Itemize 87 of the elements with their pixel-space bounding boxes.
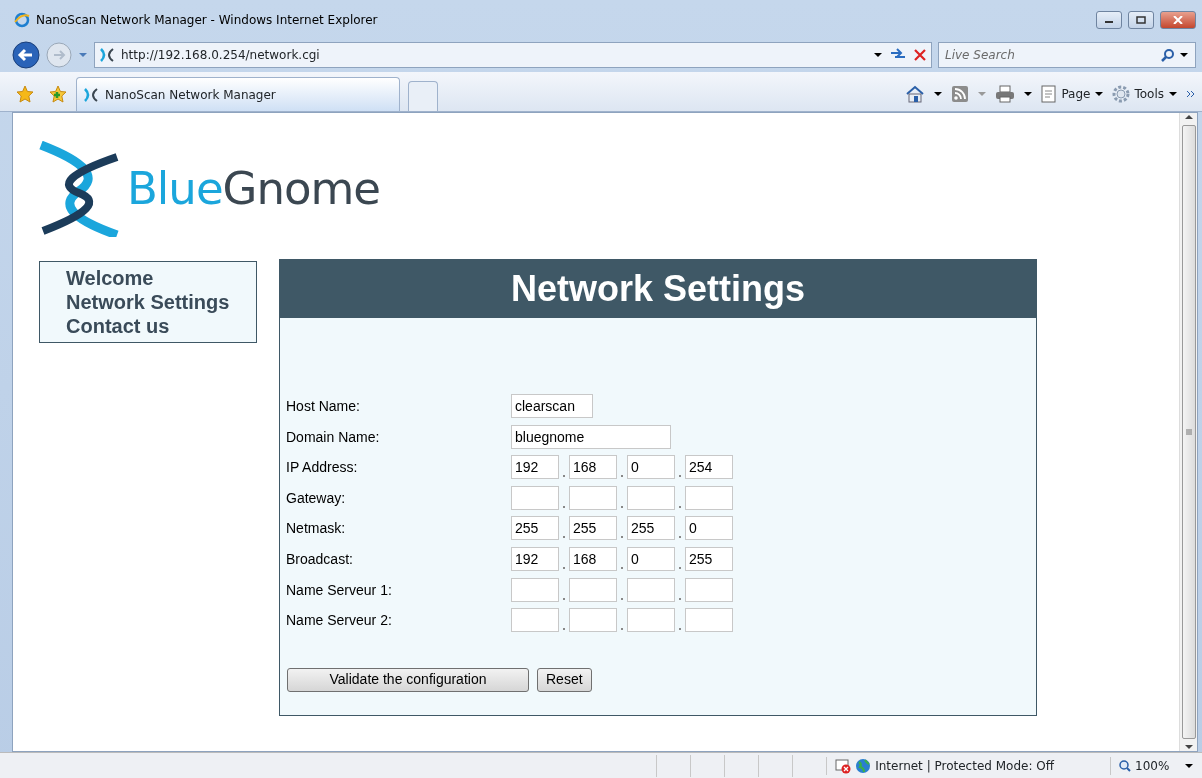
zoom-button[interactable]: 100% [1110, 756, 1202, 775]
star-icon[interactable] [16, 85, 34, 103]
feed-icon[interactable] [951, 85, 970, 103]
close-icon [1173, 16, 1183, 24]
octet-field[interactable] [569, 608, 617, 633]
url-text: http://192.168.0.254/network.cgi [121, 47, 321, 64]
nav-link[interactable]: Network Settings [66, 290, 256, 314]
minimize-button[interactable] [1096, 11, 1122, 29]
reset-button[interactable]: Reset [537, 667, 592, 692]
logo-text: BlueGnome [127, 161, 381, 218]
octet-field[interactable] [685, 577, 733, 602]
field-label: Netmask: [286, 519, 347, 539]
dropdown-arrow-icon [1168, 91, 1178, 97]
octet-field[interactable]: 168 [569, 455, 617, 480]
octet-field[interactable] [627, 485, 675, 510]
gear-icon [1112, 85, 1131, 103]
search-placeholder: Live Search [945, 47, 1016, 64]
nav-link[interactable]: Contact us [66, 314, 256, 338]
octet-field[interactable]: 254 [685, 455, 733, 480]
chevron-icon[interactable] [1186, 90, 1196, 98]
forward-button[interactable] [46, 42, 72, 68]
octet-field[interactable]: 255 [511, 516, 559, 541]
print-icon[interactable] [995, 85, 1016, 103]
zoom-icon [1119, 759, 1131, 772]
octet-field[interactable]: 0 [685, 516, 733, 541]
nav-link[interactable]: Welcome [66, 266, 256, 290]
octet-field[interactable]: 168 [569, 546, 617, 571]
dropdown-arrow-icon[interactable] [873, 52, 883, 58]
octet-field[interactable]: 192 [511, 546, 559, 571]
octet-field[interactable]: 255 [627, 516, 675, 541]
globe-icon [855, 757, 872, 774]
octet-field[interactable] [511, 608, 559, 633]
maximize-icon [1136, 16, 1146, 24]
search-icon[interactable] [1161, 48, 1175, 62]
back-button[interactable] [12, 41, 40, 69]
field-label: Gateway: [286, 488, 347, 508]
browser-logo-icon [14, 12, 30, 28]
tools-menu-button[interactable]: Tools [1112, 85, 1178, 103]
site-icon [99, 47, 115, 63]
browser-tab[interactable]: NanoScan Network Manager [76, 77, 400, 111]
address-field[interactable]: http://192.168.0.254/network.cgi [94, 42, 932, 68]
dropdown-arrow-icon[interactable] [1023, 91, 1034, 97]
octet-field[interactable] [569, 485, 617, 510]
octet-field[interactable] [627, 608, 675, 633]
input-field[interactable]: clearscan [511, 394, 593, 418]
octet-field[interactable] [627, 577, 675, 602]
octet-field[interactable]: 192 [511, 455, 559, 480]
octet-field[interactable] [569, 577, 617, 602]
grip-icon [1185, 429, 1192, 435]
page-menu-button[interactable]: Page [1041, 85, 1105, 103]
octet-field[interactable] [685, 485, 733, 510]
dropdown-arrow-icon [1094, 91, 1105, 97]
field-label: Domain Name: [286, 427, 381, 447]
validate-button[interactable]: Validate the configuration [287, 667, 529, 692]
field-label: Name Serveur 2: [286, 611, 393, 631]
octet-field[interactable]: 0 [627, 546, 675, 571]
panel-title: Network Settings [510, 267, 805, 311]
scrollbar[interactable] [1179, 113, 1197, 751]
dropdown-arrow-icon[interactable] [1179, 52, 1189, 58]
new-tab-button[interactable] [408, 81, 438, 111]
octet-field[interactable]: 0 [627, 455, 675, 480]
octet-field[interactable] [685, 608, 733, 633]
blocked-popup-icon [835, 757, 852, 774]
page-icon [1041, 85, 1058, 103]
add-favorite-icon[interactable] [48, 85, 68, 103]
security-zone-text: Internet | Protected Mode: Off [875, 757, 1054, 775]
field-label: Name Serveur 1: [286, 580, 393, 600]
stop-icon[interactable] [913, 48, 927, 62]
dropdown-arrow-icon[interactable] [933, 91, 944, 97]
input-field[interactable]: bluegnome [511, 424, 671, 449]
dropdown-arrow-icon [1184, 762, 1194, 769]
field-label: Host Name: [286, 397, 361, 416]
maximize-button[interactable] [1128, 11, 1154, 29]
octet-field[interactable]: 255 [685, 546, 733, 571]
octet-field[interactable] [511, 485, 559, 510]
scroll-up-arrow-icon[interactable] [1183, 113, 1194, 121]
home-icon[interactable] [905, 85, 926, 103]
field-label: Broadcast: [286, 549, 354, 569]
search-field[interactable]: Live Search [938, 42, 1196, 68]
site-icon [83, 86, 99, 103]
window-title: NanoScan Network Manager - Windows Internet Explorer [36, 12, 379, 29]
octet-field[interactable] [511, 577, 559, 602]
field-label: IP Address: [286, 458, 359, 478]
octet-field[interactable]: 255 [569, 516, 617, 541]
close-button[interactable] [1160, 11, 1196, 29]
scroll-down-arrow-icon[interactable] [1183, 743, 1194, 751]
helix-logo-icon [39, 141, 119, 237]
